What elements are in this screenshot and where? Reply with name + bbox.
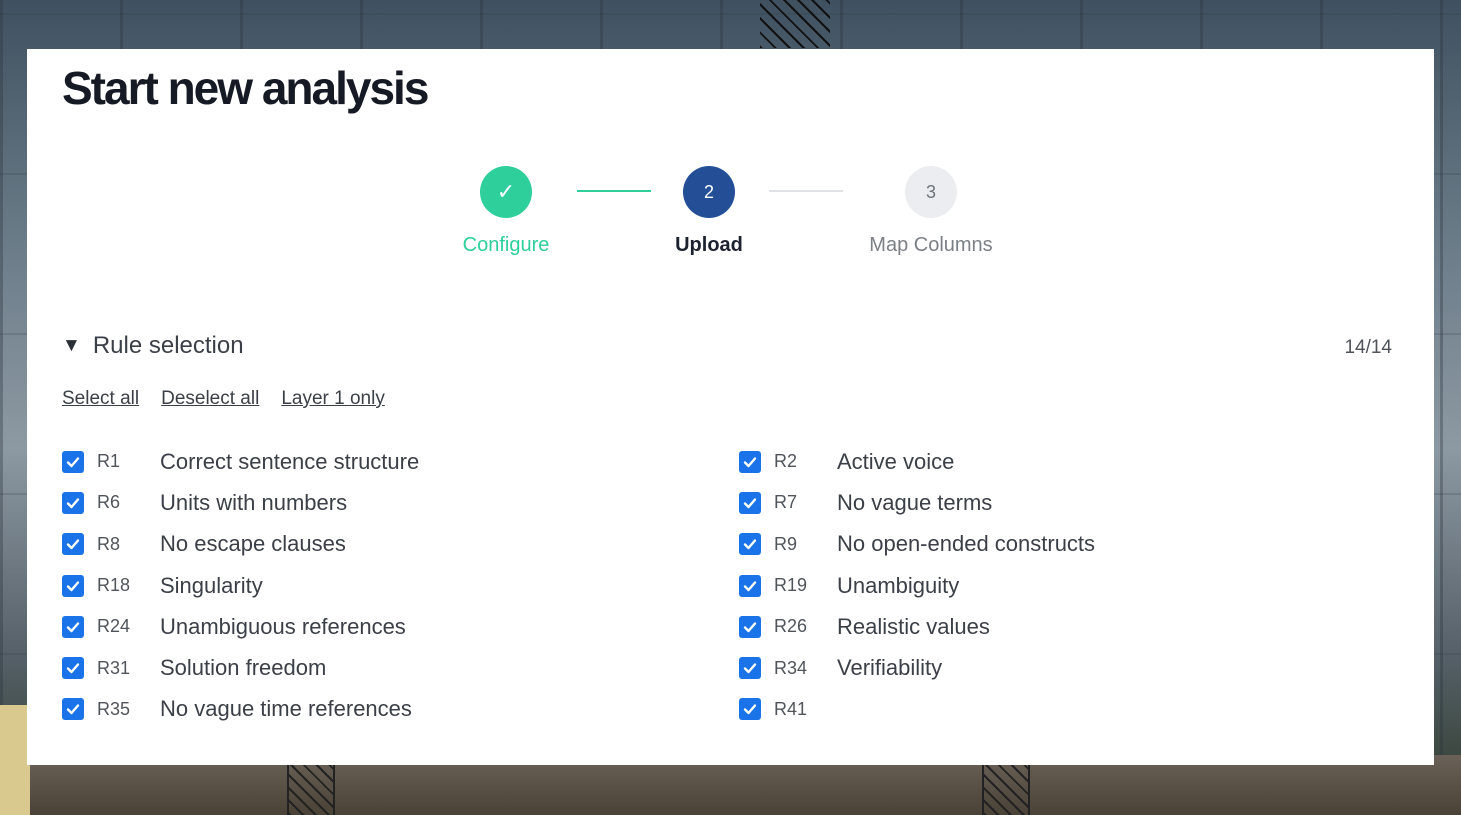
- crane-icon: [982, 765, 1030, 815]
- section-title: Rule selection: [92, 332, 244, 359]
- step-upload[interactable]: 2 Upload: [649, 166, 769, 257]
- rule-item-r9[interactable]: R9 No open-ended constructs: [739, 524, 1359, 565]
- step-label: Map Columns: [869, 234, 993, 256]
- step-label: Upload: [675, 234, 743, 256]
- rule-id: R19: [774, 575, 808, 596]
- rule-item-r2[interactable]: R2 Active voice: [739, 441, 1359, 482]
- rule-name: Realistic values: [837, 613, 990, 639]
- step-configure[interactable]: ✓ Configure: [453, 166, 559, 257]
- rule-name: Unambiguity: [837, 572, 960, 598]
- rule-name: Correct sentence structure: [160, 448, 420, 474]
- rule-name: No vague terms: [837, 489, 993, 515]
- rule-id: R7: [774, 492, 798, 513]
- rule-name: Units with numbers: [160, 489, 348, 515]
- rule-item-r1[interactable]: R1 Correct sentence structure: [62, 441, 682, 482]
- rule-selection-toggle[interactable]: ▼ Rule selection: [62, 332, 244, 360]
- rule-count-badge: 14/14: [1344, 337, 1392, 358]
- rule-item-r7[interactable]: R7 No vague terms: [739, 482, 1359, 523]
- caret-down-icon: ▼: [62, 335, 81, 356]
- rule-item-r8[interactable]: R8 No escape clauses: [62, 524, 682, 565]
- rule-name: No escape clauses: [160, 531, 346, 557]
- rule-checkbox[interactable]: [739, 533, 761, 556]
- checkmark-icon: [66, 622, 80, 633]
- rule-checkbox[interactable]: [739, 657, 761, 680]
- rule-name: Unambiguous references: [160, 613, 406, 639]
- step-label: Configure: [462, 234, 550, 256]
- checkmark-icon: [66, 456, 80, 467]
- analysis-card: Start new analysis ✓ Configure 2 Upload …: [27, 49, 1434, 765]
- rule-checkbox[interactable]: [739, 450, 761, 473]
- rule-id: R9: [774, 533, 798, 554]
- rule-name: Verifiability: [837, 655, 943, 681]
- rule-id: R1: [97, 451, 121, 472]
- rule-id: R35: [97, 698, 131, 719]
- page-title: Start new analysis: [62, 62, 429, 114]
- rule-id: R34: [774, 657, 808, 678]
- rule-item-r34[interactable]: R34 Verifiability: [739, 647, 1359, 688]
- deselect-all-link[interactable]: Deselect all: [161, 388, 259, 410]
- rule-checkbox[interactable]: [62, 491, 84, 514]
- layer-1-only-link[interactable]: Layer 1 only: [281, 388, 385, 410]
- step-connector: [769, 190, 843, 192]
- rule-item-r26[interactable]: R26 Realistic values: [739, 606, 1359, 647]
- checkmark-icon: [66, 704, 80, 715]
- rule-item-r18[interactable]: R18 Singularity: [62, 565, 682, 606]
- rule-checkbox[interactable]: [739, 491, 761, 514]
- rule-name: Singularity: [160, 572, 263, 598]
- rule-checkbox[interactable]: [62, 615, 84, 638]
- step-connector: [577, 190, 651, 192]
- rule-checkbox[interactable]: [62, 698, 84, 721]
- rule-checkbox[interactable]: [739, 615, 761, 638]
- rule-item-r35[interactable]: R35 No vague time references: [62, 689, 682, 730]
- step-number: 3: [905, 166, 957, 218]
- rule-item-r6[interactable]: R6 Units with numbers: [62, 482, 682, 523]
- checkmark-icon: [66, 539, 80, 550]
- checkmark-icon: [743, 704, 757, 715]
- rule-name: Solution freedom: [160, 655, 327, 681]
- rule-item-r24[interactable]: R24 Unambiguous references: [62, 606, 682, 647]
- rule-checkbox[interactable]: [62, 574, 84, 597]
- checkmark-icon: [66, 498, 80, 509]
- rule-name: Active voice: [837, 448, 955, 474]
- checkmark-icon: [743, 456, 757, 467]
- rule-id: R6: [97, 492, 121, 513]
- step-map-columns[interactable]: 3 Map Columns: [853, 166, 1009, 257]
- step-number: 2: [683, 166, 735, 218]
- checkmark-icon: [66, 663, 80, 674]
- select-all-link[interactable]: Select all: [62, 388, 139, 410]
- checkmark-icon: [743, 498, 757, 509]
- rule-id: R31: [97, 657, 131, 678]
- checkmark-icon: [743, 622, 757, 633]
- rule-checkbox[interactable]: [739, 574, 761, 597]
- rule-id: R18: [97, 575, 131, 596]
- rule-item-r19[interactable]: R19 Unambiguity: [739, 565, 1359, 606]
- rule-checkbox[interactable]: [62, 450, 84, 473]
- crane-icon: [760, 0, 830, 48]
- background-building: [0, 705, 30, 815]
- rule-checkbox[interactable]: [62, 657, 84, 680]
- rule-checkbox[interactable]: [739, 698, 761, 721]
- checkmark-icon: [66, 580, 80, 591]
- step-completed-check-icon: ✓: [480, 166, 532, 218]
- checkmark-icon: [743, 539, 757, 550]
- rule-id: R41: [774, 698, 808, 719]
- crane-icon: [287, 765, 335, 815]
- rule-list-left: R1 Correct sentence structure R6 Units with…: [62, 441, 682, 730]
- rule-id: R24: [97, 616, 131, 637]
- checkmark-icon: [743, 663, 757, 674]
- rule-actions: Select all Deselect all Layer 1 only: [62, 388, 385, 410]
- rule-list-right: R2 Active voice R7 No vague terms R9 No open-…: [739, 441, 1359, 730]
- rule-id: R8: [97, 533, 121, 554]
- rule-checkbox[interactable]: [62, 533, 84, 556]
- checkmark-icon: [743, 580, 757, 591]
- rule-item-r41[interactable]: R41: [739, 689, 1359, 730]
- rule-id: R26: [774, 616, 808, 637]
- rule-name: No vague time references: [160, 696, 412, 722]
- rule-id: R2: [774, 451, 798, 472]
- rule-item-r31[interactable]: R31 Solution freedom: [62, 647, 682, 688]
- rule-name: No open-ended constructs: [837, 531, 1096, 557]
